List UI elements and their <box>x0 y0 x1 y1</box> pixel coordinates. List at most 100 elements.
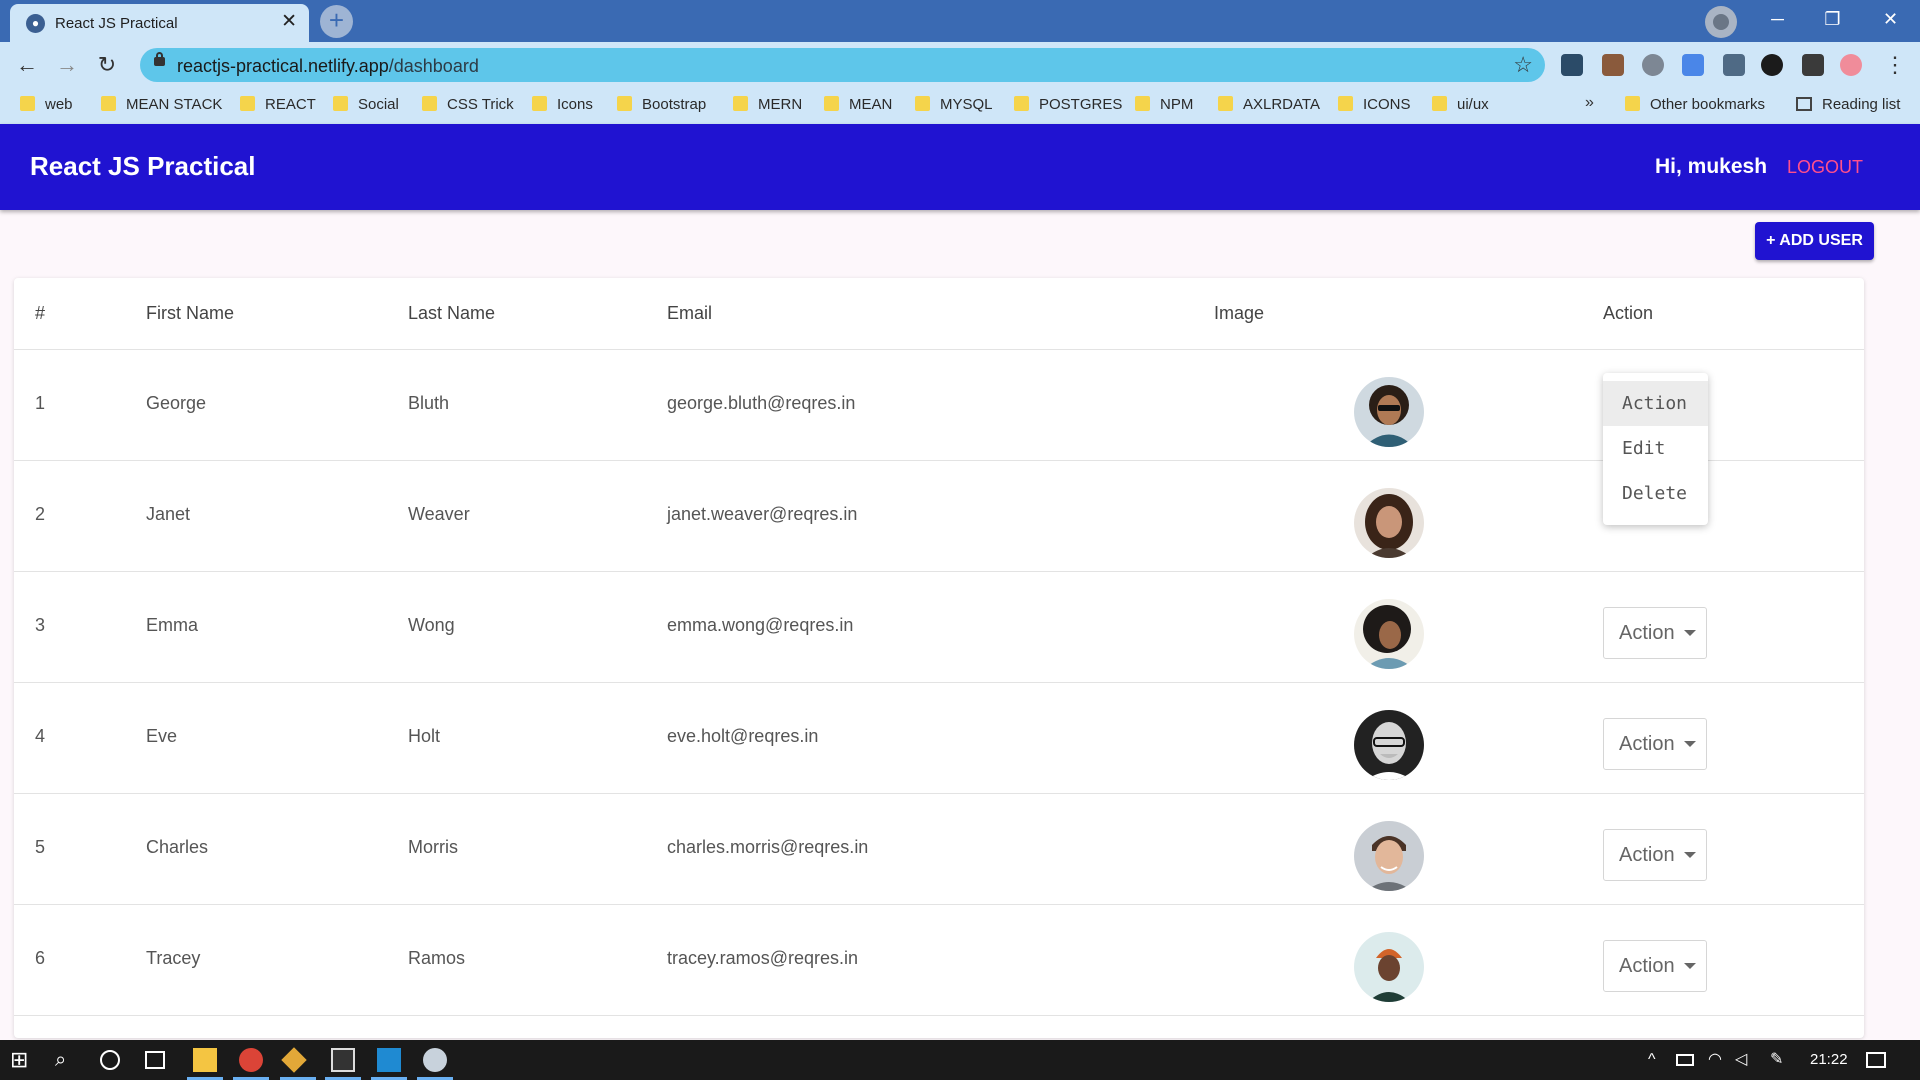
menu-kebab-icon[interactable]: ⋮ <box>1880 50 1910 80</box>
bug-icon[interactable] <box>1642 54 1664 76</box>
add-user-button[interactable]: + ADD USER <box>1755 222 1874 260</box>
cell-first-name: Eve <box>146 726 178 746</box>
menu-option-edit[interactable]: Edit <box>1603 426 1708 471</box>
cell-last-name: Morris <box>408 837 458 857</box>
address-bar[interactable]: reactjs-practical.netlify.app/dashboard … <box>140 48 1545 82</box>
action-dropdown[interactable]: Action <box>1603 718 1707 770</box>
bookmarks-more-chevron[interactable]: » <box>1585 94 1594 112</box>
reading-list[interactable]: Reading list <box>1796 96 1900 113</box>
wifi-icon[interactable]: ◠ <box>1708 1048 1732 1072</box>
bookmark-mean[interactable]: MEAN <box>824 96 892 113</box>
profile-icon[interactable] <box>1705 6 1737 38</box>
other-bookmarks[interactable]: Other bookmarks <box>1625 96 1765 113</box>
folder-icon <box>617 96 632 111</box>
bookmark-icons-2[interactable]: ICONS <box>1338 96 1411 113</box>
cell-email: eve.holt@reqres.in <box>667 726 819 746</box>
back-arrow-icon[interactable]: ← <box>12 50 42 80</box>
cell-last-name: Holt <box>408 726 441 746</box>
bookmark-mysql[interactable]: MYSQL <box>915 96 993 113</box>
browser-tab-strip: ● React JS Practical ✕ + ─ ❐ ✕ <box>0 0 1920 42</box>
folder-icon <box>532 96 547 111</box>
cell-first-name: Charles <box>146 837 209 857</box>
browser-tab[interactable]: ● React JS Practical ✕ <box>10 4 309 42</box>
action-dropdown[interactable]: Action <box>1603 607 1707 659</box>
vscode-icon[interactable] <box>377 1048 401 1072</box>
cell-first-name: Tracey <box>146 948 201 968</box>
battery-icon[interactable] <box>1676 1054 1694 1066</box>
git-icon[interactable] <box>281 1047 307 1073</box>
globe-icon: ● <box>26 14 45 33</box>
bookmark-bootstrap[interactable]: Bootstrap <box>617 96 706 113</box>
windows-start-icon[interactable]: ⊞ <box>10 1048 34 1072</box>
folder-icon <box>1218 96 1233 111</box>
table-row <box>14 1016 1864 1038</box>
bookmark-ui-ux[interactable]: ui/ux <box>1432 96 1489 113</box>
folder-icon <box>20 96 35 111</box>
avatar <box>1354 377 1424 447</box>
terminal-icon[interactable] <box>331 1048 355 1072</box>
action-dropdown[interactable]: Action <box>1603 829 1707 881</box>
cell-last-name: Ramos <box>408 948 466 968</box>
folder-icon <box>1432 96 1447 111</box>
action-dropdown[interactable]: Action <box>1603 940 1707 992</box>
chrome-icon[interactable] <box>239 1048 263 1072</box>
folder-icon <box>824 96 839 111</box>
app-header: React JS Practical Hi, mukesh LOGOUT <box>0 124 1920 210</box>
pen-icon[interactable]: ✎ <box>1770 1048 1794 1072</box>
cell-index: 2 <box>35 504 46 524</box>
cell-email: george.bluth@reqres.in <box>667 393 856 413</box>
colorpick-icon[interactable] <box>1723 54 1745 76</box>
cell-email: emma.wong@reqres.in <box>667 615 854 635</box>
folder-icon <box>733 96 748 111</box>
bookmark-react[interactable]: REACT <box>240 96 316 113</box>
new-tab-button[interactable]: + <box>320 5 353 38</box>
folder-icon <box>1014 96 1029 111</box>
close-window-button[interactable]: ✕ <box>1863 0 1918 40</box>
table-header: # First Name Last Name Email Image Actio… <box>14 278 1864 350</box>
search-icon[interactable]: ⌕ <box>55 1048 79 1072</box>
extension-disabled-icon[interactable] <box>1761 54 1783 76</box>
url-text: reactjs-practical.netlify.app/dashboard <box>177 56 479 76</box>
reload-icon[interactable]: ↻ <box>92 50 122 80</box>
notification-icon[interactable] <box>1866 1052 1886 1068</box>
bookmark-css-trick[interactable]: CSS Trick <box>422 96 514 113</box>
bookmark-mean-stack[interactable]: MEAN STACK <box>101 96 222 113</box>
cell-first-name: Emma <box>146 615 199 635</box>
avatar <box>1354 488 1424 558</box>
tray-chevron-icon[interactable]: ^ <box>1648 1048 1672 1072</box>
avatar-icon[interactable] <box>1840 54 1862 76</box>
bookmark-star-icon[interactable]: ☆ <box>1513 52 1533 78</box>
volume-icon[interactable]: ◁ <box>1735 1048 1759 1072</box>
bookmark-npm[interactable]: NPM <box>1135 96 1193 113</box>
caret-down-icon <box>1684 963 1696 969</box>
forward-arrow-icon[interactable]: → <box>52 50 82 80</box>
avatar <box>1354 821 1424 891</box>
eyedropper-icon[interactable] <box>1602 54 1624 76</box>
app-icon[interactable] <box>423 1048 447 1072</box>
react-devtools-icon[interactable] <box>1561 54 1583 76</box>
menu-option-action[interactable]: Action <box>1603 381 1708 426</box>
header-image: Image <box>1214 303 1265 323</box>
file-explorer-icon[interactable] <box>193 1048 217 1072</box>
menu-option-delete[interactable]: Delete <box>1603 471 1708 516</box>
bookmark-postgres[interactable]: POSTGRES <box>1014 96 1122 113</box>
bookmark-web[interactable]: web <box>20 96 73 113</box>
restore-button[interactable]: ❐ <box>1805 0 1860 40</box>
windows-taskbar: ⊞ ⌕ ^ ◠ ◁ ✎ 21:22 <box>0 1040 1920 1080</box>
cell-index: 5 <box>35 837 46 857</box>
bookmark-icons[interactable]: Icons <box>532 96 593 113</box>
logout-link[interactable]: LOGOUT <box>1787 157 1863 178</box>
taskbar-clock[interactable]: 21:22 <box>1810 1051 1848 1068</box>
bookmark-social[interactable]: Social <box>333 96 399 113</box>
tab-close-icon[interactable]: ✕ <box>281 12 297 32</box>
puzzle-icon[interactable] <box>1802 54 1824 76</box>
task-view-icon[interactable] <box>145 1051 165 1069</box>
translate-icon[interactable] <box>1682 54 1704 76</box>
bookmark-mern[interactable]: MERN <box>733 96 802 113</box>
minimize-button[interactable]: ─ <box>1750 0 1805 40</box>
caret-down-icon <box>1684 852 1696 858</box>
bookmark-axlrdata[interactable]: AXLRDATA <box>1218 96 1320 113</box>
action-dropdown-menu: Action Edit Delete <box>1603 373 1708 525</box>
cortana-icon[interactable] <box>100 1050 120 1070</box>
cell-email: charles.morris@reqres.in <box>667 837 869 857</box>
